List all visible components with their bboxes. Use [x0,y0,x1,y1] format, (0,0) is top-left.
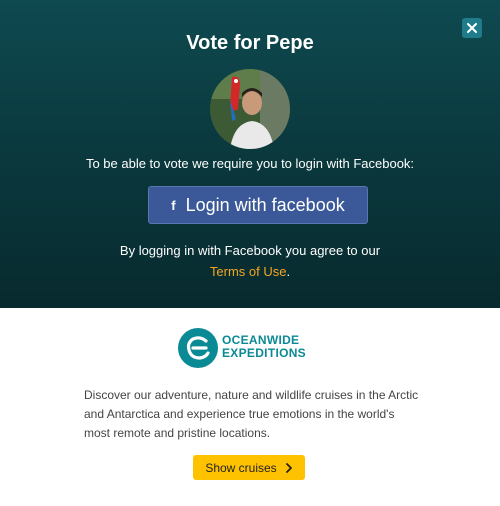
show-cruises-label: Show cruises [205,460,277,475]
login-with-facebook-button[interactable]: f Login with facebook [148,186,368,224]
sponsor-description: Discover our adventure, nature and wildl… [84,388,419,440]
oceanwide-emblem-icon [178,328,218,368]
show-cruises-button[interactable]: Show cruises [193,455,305,480]
modal-header-panel: Vote for Pepe To be able to vote we requ… [0,0,500,308]
facebook-icon: f [171,197,176,213]
facebook-button-label: Login with facebook [185,194,345,215]
logo-wordmark: Oceanwide Expeditions [222,333,306,360]
terms-notice: By logging in with Facebook you agree to… [0,240,500,282]
terms-suffix: . [286,264,291,279]
agree-text: By logging in with Facebook you agree to… [119,243,381,258]
avatar-photo [210,69,290,149]
avatar [210,69,290,149]
oceanwide-logo: Oceanwide Expeditions [178,326,328,370]
vote-modal: Vote for Pepe To be able to vote we requ… [0,0,500,506]
chevron-right-icon [285,462,293,473]
terms-of-use-link[interactable]: Terms of Use [210,264,287,279]
login-required-text: To be able to vote we require you to log… [85,156,415,171]
modal-title: Vote for Pepe [186,32,314,54]
